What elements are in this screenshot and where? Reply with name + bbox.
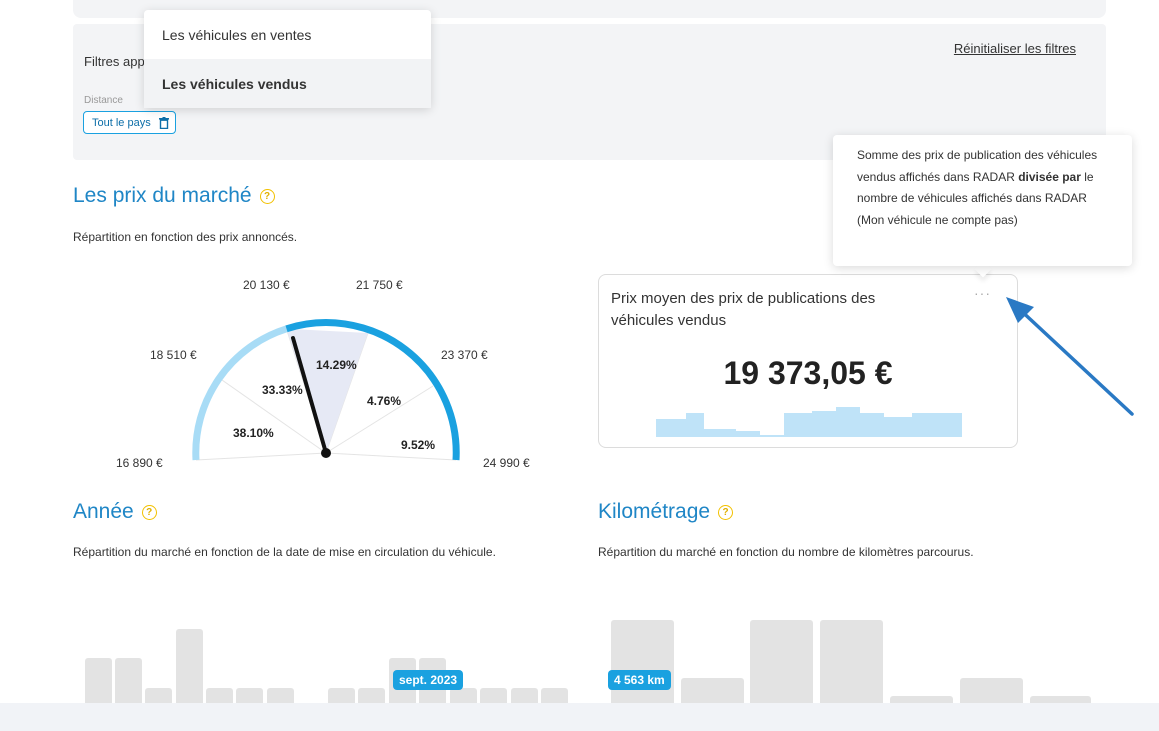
- trash-icon[interactable]: [158, 116, 169, 129]
- distance-chip[interactable]: Tout le pays: [83, 111, 176, 134]
- histogram-bar[interactable]: [480, 688, 507, 703]
- average-price-value: 19 373,05 €: [723, 355, 893, 391]
- prix-marche-title-text: Les prix du marché: [73, 184, 252, 207]
- help-icon[interactable]: ?: [141, 504, 157, 520]
- histogram-bar[interactable]: [267, 688, 294, 703]
- help-icon[interactable]: ?: [718, 504, 734, 520]
- kilometrage-title-text: Kilométrage: [598, 500, 711, 523]
- gauge-segment-percent: 38.10%: [233, 426, 274, 440]
- page: Filtres appliqués Réinitialiser les filt…: [0, 0, 1159, 703]
- histogram-bar[interactable]: [820, 620, 883, 703]
- gauge-segment-percent: 14.29%: [316, 358, 357, 372]
- gauge-needle-hub: [321, 448, 331, 458]
- histogram-bar[interactable]: [115, 658, 142, 703]
- reset-filters-link[interactable]: Réinitialiser les filtres: [954, 41, 1076, 56]
- histogram-bar[interactable]: [85, 658, 112, 703]
- histogram-bar[interactable]: [681, 678, 744, 703]
- price-gauge: [192, 319, 460, 461]
- vehicle-type-dropdown: Les véhicules en ventes Les véhicules ve…: [144, 10, 431, 108]
- prix-marche-subtitle: Répartition en fonction des prix annoncé…: [73, 230, 298, 244]
- selected-mileage-badge: 4 563 km: [608, 670, 671, 690]
- average-price-card: Prix moyen des prix de publications des …: [598, 274, 1018, 448]
- histogram-bar[interactable]: [890, 696, 953, 703]
- histogram-bar[interactable]: [1030, 696, 1091, 703]
- dropdown-item-vendus[interactable]: Les véhicules vendus: [144, 59, 431, 108]
- histogram-bar[interactable]: [206, 688, 233, 703]
- gauge-boundary-label: 16 890 €: [116, 456, 163, 470]
- histogram-bar[interactable]: [328, 688, 355, 703]
- gauge-segment-percent: 9.52%: [401, 438, 436, 452]
- gauge-boundary-label: 18 510 €: [150, 348, 197, 362]
- pointer-arrow-icon: [1006, 297, 1134, 416]
- histogram-bar[interactable]: [358, 688, 385, 703]
- histogram-bar[interactable]: [541, 688, 568, 703]
- average-price-title: Prix moyen des prix de publications des …: [611, 290, 876, 329]
- annee-subtitle: Répartition du marché en fonction de la …: [73, 545, 496, 559]
- gauge-boundary-label: 20 130 €: [243, 278, 290, 292]
- dropdown-item-en-ventes[interactable]: Les véhicules en ventes: [144, 10, 431, 59]
- histogram-bar[interactable]: [450, 688, 477, 703]
- gauge-boundary-label: 21 750 €: [356, 278, 403, 292]
- gauge-segment-percent: 4.76%: [367, 394, 402, 408]
- histogram-bar[interactable]: [176, 629, 203, 703]
- distance-chip-label: Tout le pays: [92, 116, 151, 129]
- histogram-bar[interactable]: [511, 688, 538, 703]
- gauge-boundary-label: 23 370 €: [441, 348, 488, 362]
- gauge-divider-line: [325, 452, 457, 461]
- histogram-bar[interactable]: [611, 620, 674, 703]
- tooltip-bold-text: divisée par: [1018, 169, 1081, 184]
- kilometrage-title: Kilométrage ?: [598, 500, 734, 524]
- gauge-boundary-label: 24 990 €: [483, 456, 530, 470]
- histogram-bar[interactable]: [145, 688, 172, 703]
- selected-year-badge: sept. 2023: [393, 670, 464, 690]
- help-icon[interactable]: ?: [259, 188, 275, 204]
- annee-title: Année ?: [73, 500, 157, 524]
- gauge-divider-line: [195, 452, 327, 461]
- info-tooltip: Somme des prix de publication des véhicu…: [833, 135, 1132, 266]
- histogram-bar[interactable]: [236, 688, 263, 703]
- histogram-bar[interactable]: [960, 678, 1023, 703]
- prix-marche-title: Les prix du marché ?: [73, 184, 275, 208]
- kilometrage-subtitle: Répartition du marché en fonction du nom…: [598, 545, 974, 559]
- annee-title-text: Année: [73, 500, 134, 523]
- distance-label: Distance: [84, 95, 123, 106]
- histogram-bar[interactable]: [750, 620, 813, 703]
- more-options-icon[interactable]: ···: [974, 285, 991, 301]
- gauge-segment-percent: 33.33%: [262, 383, 303, 397]
- average-price-sparkline: [656, 407, 962, 437]
